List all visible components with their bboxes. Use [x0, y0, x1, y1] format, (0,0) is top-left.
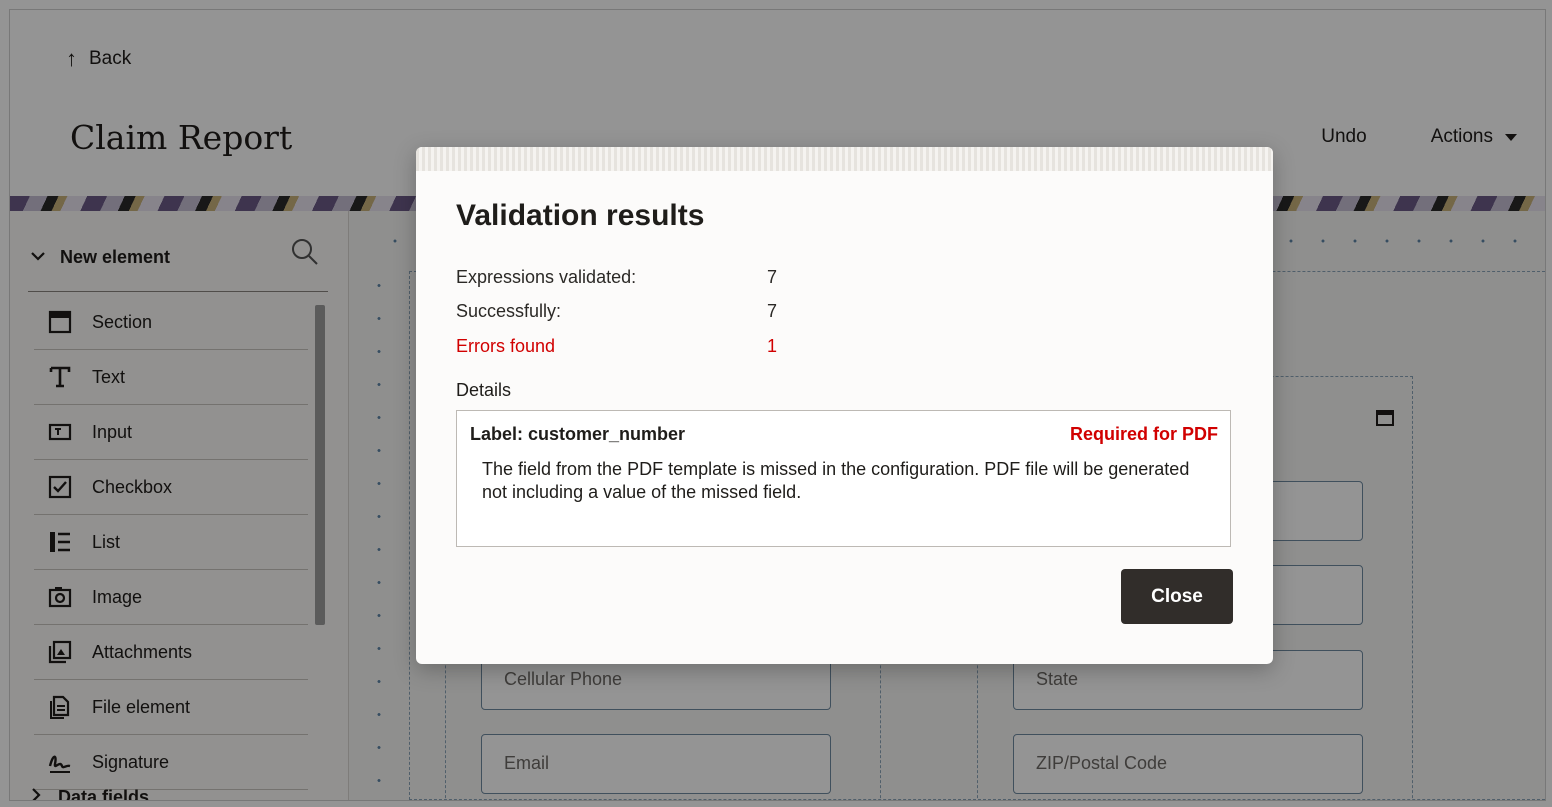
detail-message: The field from the PDF template is misse…: [482, 459, 1190, 502]
expressions-validated-value: 7: [767, 267, 778, 287]
validation-results-dialog: Validation results Expressions validated…: [416, 147, 1273, 664]
errors-found-label: Errors found: [456, 336, 556, 356]
details-box: Label: customer_number Required for PDF …: [456, 410, 1231, 547]
dialog-title: Validation results: [456, 199, 705, 232]
expressions-validated-label: Expressions validated:: [456, 267, 637, 287]
successfully-label: Successfully:: [456, 301, 562, 321]
detail-field-label: Label: customer_number: [470, 424, 686, 444]
dialog-decorative-strip: [416, 147, 1273, 171]
details-label: Details: [456, 380, 512, 400]
successfully-value: 7: [767, 301, 778, 321]
close-button[interactable]: Close: [1121, 569, 1233, 624]
required-for-pdf-badge: Required for PDF: [1069, 424, 1218, 444]
errors-found-value: 1: [767, 336, 778, 356]
